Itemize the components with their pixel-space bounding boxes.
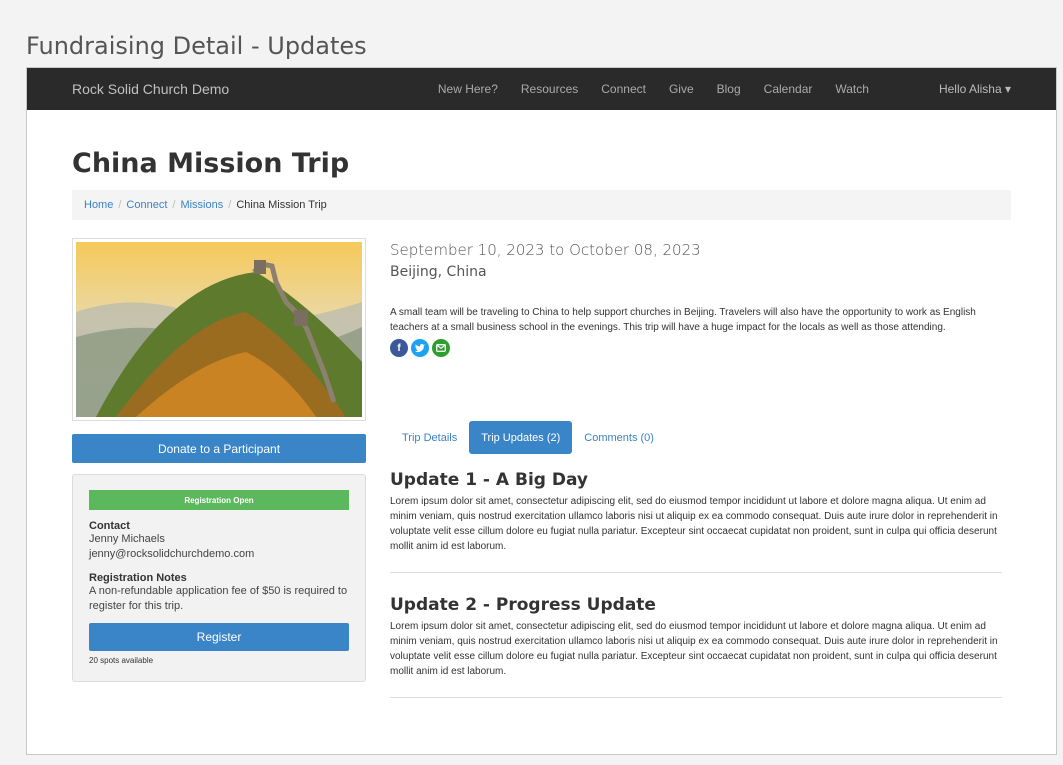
user-menu[interactable]: Hello Alisha ▾ [939,82,1011,96]
update-body: Lorem ipsum dolor sit amet, consectetur … [390,621,998,677]
trip-description: A small team will be traveling to China … [390,307,976,333]
nav-links: New Here? Resources Connect Give Blog Ca… [438,82,869,96]
nav-blog[interactable]: Blog [717,82,741,96]
window-title: Fundraising Detail - Updates [26,32,367,60]
browser-frame: Rock Solid Church Demo New Here? Resourc… [26,67,1057,755]
registration-status-badge: Registration Open [89,490,349,510]
breadcrumb-separator: / [172,199,176,211]
trip-dates: September 10, 2023 to October 08, 2023 [390,241,701,259]
nav-watch[interactable]: Watch [835,82,869,96]
great-wall-image [76,242,362,417]
breadcrumb: Home / Connect / Missions / China Missio… [72,190,1011,220]
breadcrumb-home[interactable]: Home [84,199,113,211]
tab-trip-updates[interactable]: Trip Updates (2) [469,421,573,454]
nav-give[interactable]: Give [669,82,694,96]
trip-tabs: Trip Details Trip Updates (2) Comments (… [390,421,1002,454]
nav-new-here[interactable]: New Here? [438,82,498,96]
trip-photo [72,238,366,421]
top-navbar: Rock Solid Church Demo New Here? Resourc… [27,68,1056,110]
register-button[interactable]: Register [89,623,349,651]
site-brand[interactable]: Rock Solid Church Demo [72,81,229,97]
nav-calendar[interactable]: Calendar [764,82,813,96]
breadcrumb-connect[interactable]: Connect [126,199,167,211]
update-title: Update 1 - A Big Day [390,470,588,490]
main-content: China Mission Trip Home / Connect / Miss… [27,148,1056,698]
breadcrumb-missions[interactable]: Missions [180,199,223,211]
tab-comments[interactable]: Comments (0) [572,421,666,454]
twitter-icon[interactable] [411,339,429,357]
content-columns: Donate to a Participant Registration Ope… [72,238,1011,698]
nav-resources[interactable]: Resources [521,82,578,96]
nav-connect[interactable]: Connect [601,82,646,96]
breadcrumb-separator: / [228,199,232,211]
page-title: China Mission Trip [72,148,350,179]
contact-heading: Contact [89,520,130,532]
contact-name: Jenny Michaels [89,533,165,545]
email-icon[interactable] [432,339,450,357]
registration-notes-text: A non-refundable application fee of $50 … [89,585,348,612]
breadcrumb-separator: / [118,199,122,211]
contact-email: jenny@rocksolidchurchdemo.com [89,548,255,560]
spots-available: 20 spots available [89,656,154,665]
update-title: Update 2 - Progress Update [390,595,656,615]
update-item: Update 2 - Progress Update Lorem ipsum d… [390,595,1002,698]
social-share: f [390,339,1002,357]
update-item: Update 1 - A Big Day Lorem ipsum dolor s… [390,470,1002,573]
left-column: Donate to a Participant Registration Ope… [72,238,366,698]
trip-location: Beijing, China [390,264,487,280]
tab-trip-details[interactable]: Trip Details [390,421,469,454]
facebook-icon[interactable]: f [390,339,408,357]
registration-notes-heading: Registration Notes [89,572,187,584]
donate-button[interactable]: Donate to a Participant [72,434,366,463]
right-column: September 10, 2023 to October 08, 2023 B… [390,238,1002,698]
registration-panel: Registration Open Contact Jenny Michaels… [72,474,366,682]
update-body: Lorem ipsum dolor sit amet, consectetur … [390,496,998,552]
breadcrumb-current: China Mission Trip [236,199,327,211]
